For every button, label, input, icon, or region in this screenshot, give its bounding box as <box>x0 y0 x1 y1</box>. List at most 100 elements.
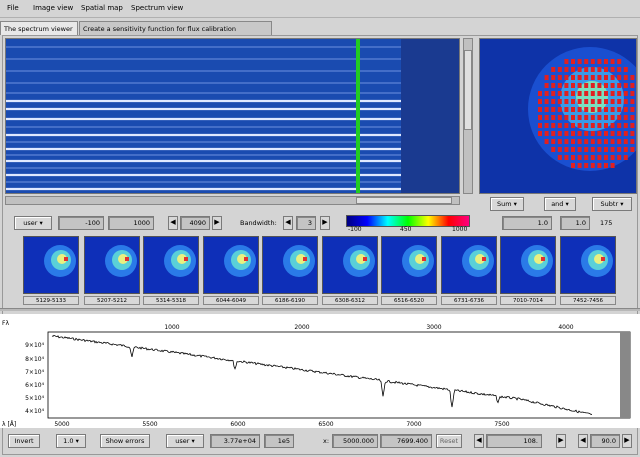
thumbnail-image[interactable] <box>500 236 556 294</box>
bandwidth-increase-button[interactable]: ▶ <box>320 216 330 230</box>
map-spaxel[interactable] <box>617 75 622 80</box>
scale-mode-dropdown[interactable]: user ▾ <box>14 216 52 230</box>
map-spaxel[interactable] <box>590 59 595 64</box>
map-spaxel[interactable] <box>590 107 595 112</box>
show-errors-button[interactable]: Show errors <box>100 434 150 448</box>
map-field-1[interactable]: 1.0 <box>502 216 552 230</box>
map-spaxel[interactable] <box>538 115 542 120</box>
map-spaxel[interactable] <box>577 83 582 88</box>
zoom-next-button[interactable]: ▶ <box>556 434 566 448</box>
map-spaxel[interactable] <box>564 115 569 120</box>
map-spaxel[interactable] <box>564 131 569 136</box>
menu-spatial-map[interactable]: Spatial map <box>81 4 123 12</box>
map-spaxel[interactable] <box>544 99 549 104</box>
map-spaxel[interactable] <box>590 83 595 88</box>
map-spaxel[interactable] <box>597 163 602 168</box>
map-spaxel[interactable] <box>610 115 615 120</box>
scale-dropdown[interactable]: 1.0 ▾ <box>56 434 86 448</box>
map-spaxel[interactable] <box>577 59 582 64</box>
map-spaxel[interactable] <box>564 155 569 160</box>
map-spaxel[interactable] <box>623 99 628 104</box>
map-spaxel[interactable] <box>610 67 615 72</box>
y-scale-mode-dropdown[interactable]: user ▾ <box>166 434 204 448</box>
map-spaxel[interactable] <box>577 131 582 136</box>
map-spaxel[interactable] <box>623 139 628 144</box>
map-spaxel[interactable] <box>544 123 549 128</box>
map-spaxel[interactable] <box>597 91 602 96</box>
map-spaxel[interactable] <box>577 99 582 104</box>
map-spaxel[interactable] <box>584 123 589 128</box>
map-spaxel[interactable] <box>557 83 562 88</box>
map-spaxel[interactable] <box>551 83 556 88</box>
map-spaxel[interactable] <box>544 139 549 144</box>
map-spaxel[interactable] <box>610 131 615 136</box>
map-spaxel[interactable] <box>623 123 628 128</box>
map-spaxel[interactable] <box>604 115 608 120</box>
map-spaxel[interactable] <box>623 155 628 160</box>
bandwidth-decrease-button[interactable]: ◀ <box>283 216 293 230</box>
thumbnail-image[interactable] <box>560 236 616 294</box>
map-logic-dropdown[interactable]: and ▾ <box>544 197 576 211</box>
map-spaxel[interactable] <box>597 75 602 80</box>
max-value-field[interactable]: 1000 <box>108 216 154 230</box>
map-spaxel[interactable] <box>571 99 575 104</box>
map-spaxel[interactable] <box>604 123 608 128</box>
spectrum-vertical-scroll-thumb[interactable] <box>464 50 472 130</box>
map-spaxel[interactable] <box>590 139 595 144</box>
map-spaxel[interactable] <box>597 139 602 144</box>
map-spaxel[interactable] <box>538 131 542 136</box>
map-spaxel[interactable] <box>551 123 556 128</box>
map-spaxel[interactable] <box>571 155 575 160</box>
map-spaxel[interactable] <box>610 163 615 168</box>
map-spaxel[interactable] <box>623 75 628 80</box>
map-spaxel[interactable] <box>584 155 589 160</box>
map-spaxel[interactable] <box>610 139 615 144</box>
map-spaxel[interactable] <box>577 67 582 72</box>
map-spaxel[interactable] <box>564 83 569 88</box>
map-spaxel[interactable] <box>557 115 562 120</box>
map-spaxel[interactable] <box>610 99 615 104</box>
map-spaxel[interactable] <box>577 123 582 128</box>
map-spaxel[interactable] <box>551 75 556 80</box>
map-spaxel[interactable] <box>538 91 542 96</box>
map-spaxel[interactable] <box>571 59 575 64</box>
map-spaxel[interactable] <box>584 91 589 96</box>
map-spaxel[interactable] <box>564 99 569 104</box>
map-spaxel[interactable] <box>538 107 542 112</box>
map-spaxel[interactable] <box>604 67 608 72</box>
spectrum-horizontal-scroll-thumb[interactable] <box>356 197 452 204</box>
map-spaxel[interactable] <box>597 147 602 152</box>
map-spaxel[interactable] <box>551 139 556 144</box>
map-spaxel[interactable] <box>604 147 608 152</box>
invert-button[interactable]: Invert <box>8 434 40 448</box>
map-spaxel[interactable] <box>604 155 608 160</box>
map-spaxel[interactable] <box>571 123 575 128</box>
reset-button[interactable]: Reset <box>436 434 462 448</box>
map-spaxel[interactable] <box>544 115 549 120</box>
map-spaxel[interactable] <box>584 59 589 64</box>
map-spaxel[interactable] <box>623 83 628 88</box>
map-spaxel[interactable] <box>597 59 602 64</box>
map-spaxel[interactable] <box>617 115 622 120</box>
spectrum-image[interactable] <box>5 38 460 194</box>
map-spaxel[interactable] <box>571 83 575 88</box>
thumbnail-image[interactable] <box>143 236 199 294</box>
thumbnail-image[interactable] <box>203 236 259 294</box>
pane-divider[interactable] <box>0 308 640 311</box>
map-spaxel[interactable] <box>564 139 569 144</box>
map-spaxel[interactable] <box>617 147 622 152</box>
map-spaxel[interactable] <box>544 75 549 80</box>
map-spaxel[interactable] <box>551 99 556 104</box>
map-spaxel[interactable] <box>551 115 556 120</box>
thumbnail-image[interactable] <box>84 236 140 294</box>
map-spaxel[interactable] <box>617 139 622 144</box>
map-spaxel[interactable] <box>551 67 556 72</box>
map-spaxel[interactable] <box>564 75 569 80</box>
map-spaxel[interactable] <box>564 107 569 112</box>
map-spaxel[interactable] <box>623 107 628 112</box>
map-spaxel[interactable] <box>557 75 562 80</box>
map-spaxel[interactable] <box>584 163 589 168</box>
map-spaxel[interactable] <box>584 83 589 88</box>
map-spaxel[interactable] <box>551 131 556 136</box>
map-spaxel[interactable] <box>571 91 575 96</box>
